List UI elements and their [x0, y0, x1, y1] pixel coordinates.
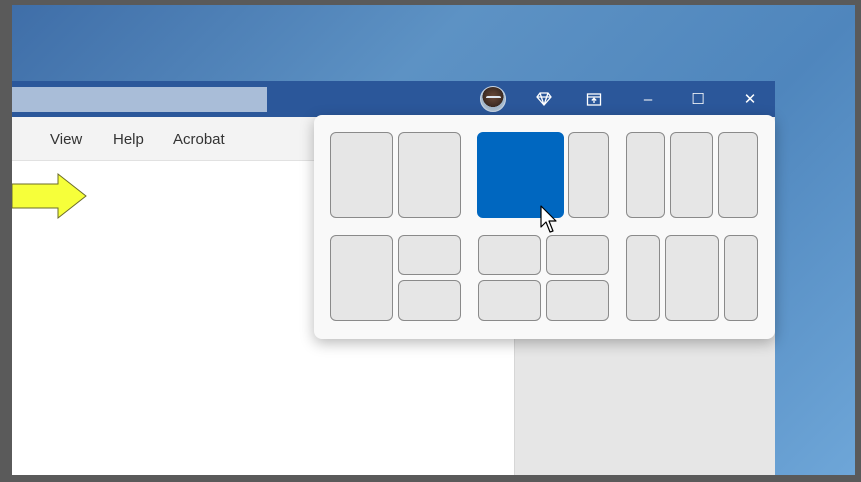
menu-acrobat[interactable]: Acrobat	[173, 131, 225, 148]
layout-5-top-left-zone[interactable]	[478, 235, 541, 275]
layout-4-bottom-right-zone[interactable]	[398, 280, 461, 321]
yellow-arrow-annotation	[12, 172, 87, 220]
maximize-icon: ☐	[691, 91, 705, 108]
desktop-background: – ☐ ✕ View Help Acrobat	[12, 5, 855, 475]
menu-help[interactable]: Help	[113, 131, 144, 148]
layout-3-middle-zone[interactable]	[670, 132, 713, 218]
layout-5-bottom-left-zone[interactable]	[478, 280, 541, 321]
user-avatar[interactable]	[480, 86, 506, 112]
share-icon[interactable]	[574, 81, 614, 117]
search-box[interactable]	[12, 87, 267, 112]
layout-5-bottom-right-zone[interactable]	[546, 280, 609, 321]
layout-3-right-zone[interactable]	[718, 132, 758, 218]
layout-1-right-zone[interactable]	[398, 132, 461, 218]
close-icon: ✕	[743, 91, 757, 108]
layout-2-narrow-right-zone[interactable]	[568, 132, 609, 218]
menu-view[interactable]: View	[50, 131, 82, 148]
minimize-button[interactable]: –	[628, 81, 668, 117]
layout-4-left-zone[interactable]	[330, 235, 393, 321]
title-bar[interactable]: – ☐ ✕	[12, 81, 775, 117]
layout-4-top-right-zone[interactable]	[398, 235, 461, 275]
layout-6-middle-zone[interactable]	[665, 235, 719, 321]
layout-1-left-zone[interactable]	[330, 132, 393, 218]
close-button[interactable]: ✕	[730, 81, 770, 117]
minimize-icon: –	[643, 90, 653, 108]
maximize-button[interactable]: ☐	[678, 81, 718, 117]
layout-6-left-zone[interactable]	[626, 235, 660, 321]
layout-6-right-zone[interactable]	[724, 235, 758, 321]
mouse-pointer-icon	[540, 205, 557, 233]
layout-5-top-right-zone[interactable]	[546, 235, 609, 275]
diamond-icon[interactable]	[524, 81, 564, 117]
layout-3-left-zone[interactable]	[626, 132, 665, 218]
